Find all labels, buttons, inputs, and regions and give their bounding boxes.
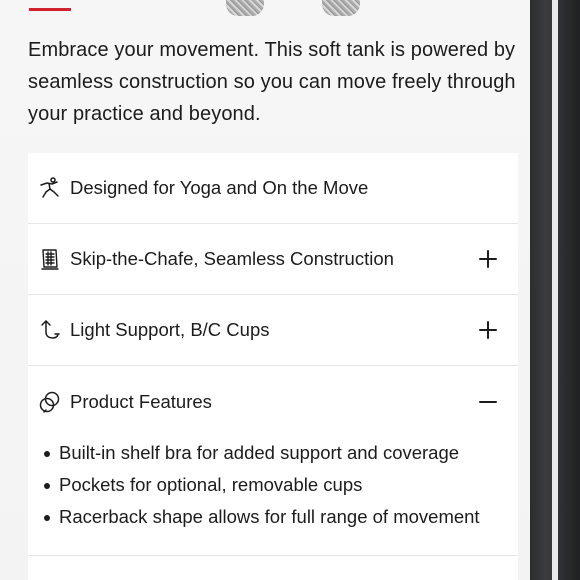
- yoga-pose-icon: [38, 176, 62, 200]
- accordion-item-support[interactable]: Light Support, B/C Cups: [28, 295, 518, 366]
- feature-item: Pockets for optional, removable cups: [44, 469, 518, 501]
- product-photo: [210, 0, 380, 16]
- accordion-item-yoga[interactable]: Designed for Yoga and On the Move: [28, 153, 518, 224]
- features-list-panel: Built-in shelf bra for added support and…: [28, 437, 518, 556]
- accordion-item-label: Designed for Yoga and On the Move: [70, 177, 369, 198]
- feature-item: Racerback shape allows for full range of…: [44, 501, 518, 533]
- features-list: Built-in shelf bra for added support and…: [28, 437, 518, 533]
- accordion-item-label: Product Features: [70, 390, 212, 412]
- details-accordion: Designed for Yoga and On the Move Skip-t…: [28, 153, 518, 580]
- accordion-item-features[interactable]: Product Features: [28, 366, 518, 437]
- accordion-item-seamless[interactable]: Skip-the-Chafe, Seamless Construction: [28, 224, 518, 295]
- product-description: Embrace your movement. This soft tank is…: [28, 39, 516, 125]
- support-curve-icon: [38, 318, 62, 342]
- background-light-strip: [552, 0, 558, 580]
- fabric-swatch-icon: [38, 247, 62, 271]
- accent-bar: [29, 8, 71, 11]
- accordion-item-next[interactable]: [28, 556, 518, 580]
- plus-icon[interactable]: [478, 249, 498, 269]
- product-photo-leg-left: [226, 0, 264, 16]
- minus-icon[interactable]: [478, 392, 498, 412]
- product-page: Embrace your movement. This soft tank is…: [0, 0, 530, 580]
- background-edge: [530, 0, 580, 580]
- product-photo-leg-right: [322, 0, 360, 16]
- feature-item: Built-in shelf bra for added support and…: [44, 437, 518, 469]
- overlap-circles-icon: [38, 390, 62, 414]
- accordion-item-label: Skip-the-Chafe, Seamless Construction: [70, 248, 394, 269]
- plus-icon[interactable]: [478, 320, 498, 340]
- accordion-item-label: Light Support, B/C Cups: [70, 319, 270, 340]
